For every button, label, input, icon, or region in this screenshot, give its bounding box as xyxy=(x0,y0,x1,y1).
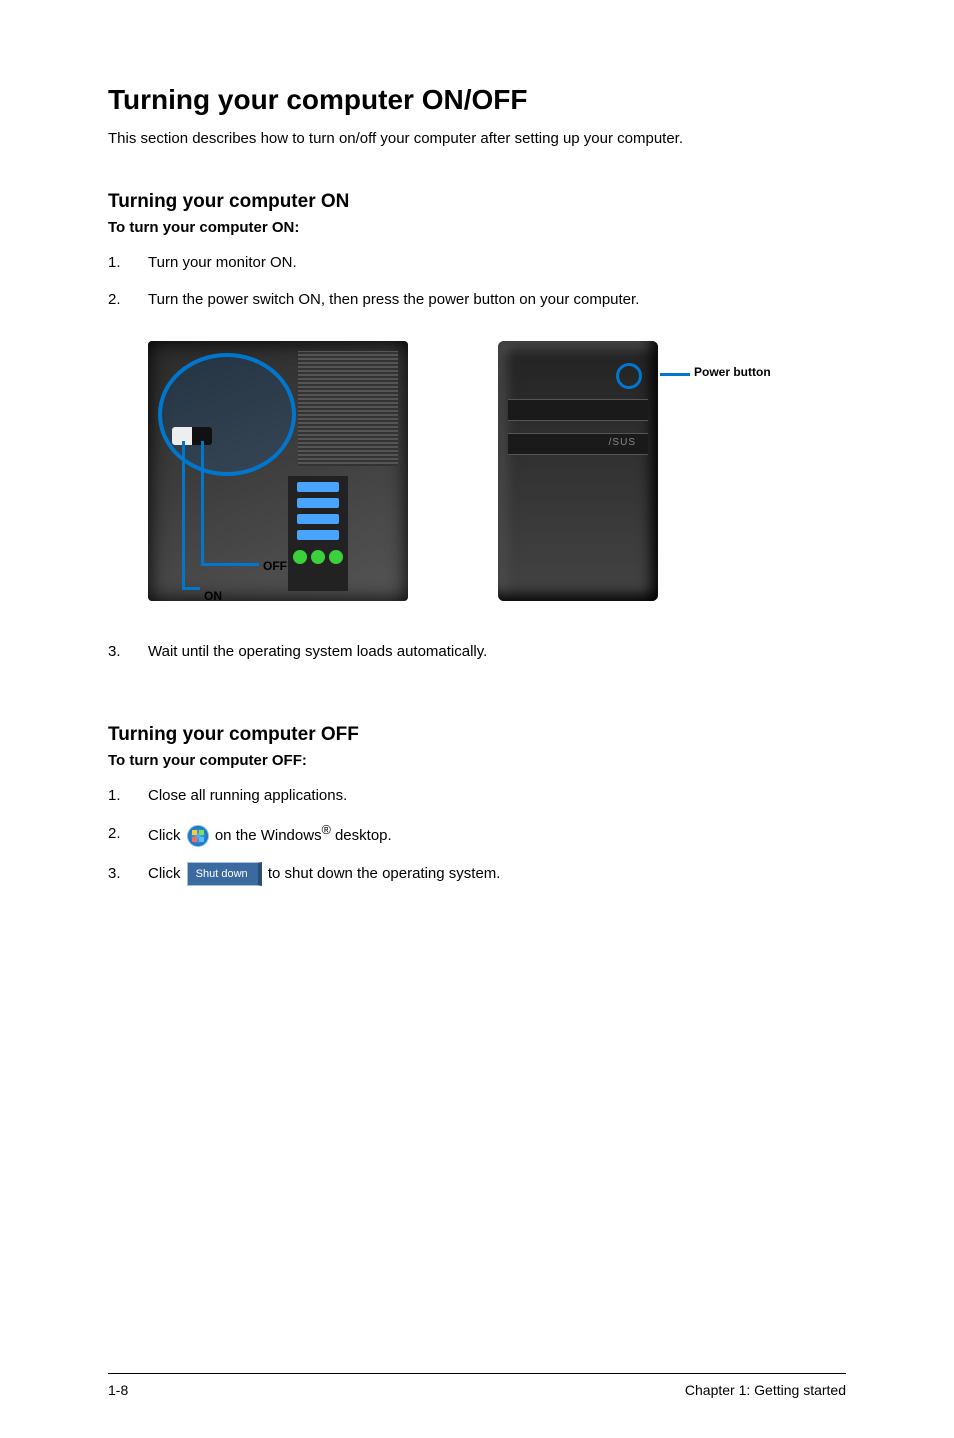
step-text: Close all running applications. xyxy=(148,785,347,808)
power-button-callout-circle xyxy=(616,363,642,389)
label-on: ON xyxy=(204,589,222,603)
off-step-3: 3. Click Shut down to shut down the oper… xyxy=(108,862,846,887)
step-text: Click on the Windows® desktop. xyxy=(148,821,392,848)
off-step-2: 2. Click on the Windows® desktop. xyxy=(108,821,846,848)
step-text: Click Shut down to shut down the operati… xyxy=(148,862,500,887)
tower-front-graphic: /SUS xyxy=(498,341,658,601)
step-number: 2. xyxy=(108,823,148,846)
page-title: Turning your computer ON/OFF xyxy=(108,84,846,116)
text-part: desktop. xyxy=(335,827,392,844)
callout-line xyxy=(201,441,204,566)
step-text: Turn the power switch ON, then press the… xyxy=(148,289,639,312)
section-heading-on: Turning your computer ON xyxy=(108,191,846,213)
label-power-button: Power button xyxy=(694,365,771,379)
on-step-3: 3. Wait until the operating system loads… xyxy=(108,641,846,664)
step-number: 1. xyxy=(108,785,148,808)
section-sub-off: To turn your computer OFF: xyxy=(108,752,846,769)
callout-line xyxy=(182,441,185,589)
text-part: on the Windows xyxy=(215,827,322,844)
text-part: Click xyxy=(148,865,181,882)
section-sub-on: To turn your computer ON: xyxy=(108,219,846,236)
drive-bay-graphic xyxy=(508,399,648,421)
step-text: Turn your monitor ON. xyxy=(148,252,297,275)
step-number: 2. xyxy=(108,289,148,312)
step-number: 1. xyxy=(108,252,148,275)
step-text: Wait until the operating system loads au… xyxy=(148,641,487,664)
off-step-1: 1. Close all running applications. xyxy=(108,785,846,808)
chapter-label: Chapter 1: Getting started xyxy=(685,1382,846,1398)
io-panel-graphic xyxy=(288,476,348,591)
on-step-1: 1. Turn your monitor ON. xyxy=(108,252,846,275)
section-heading-off: Turning your computer OFF xyxy=(108,724,846,746)
callout-line xyxy=(201,563,259,566)
page-footer: 1-8 Chapter 1: Getting started xyxy=(108,1373,846,1398)
label-off: OFF xyxy=(263,559,287,573)
step-number: 3. xyxy=(108,863,148,886)
callout-line xyxy=(182,587,200,590)
on-step-2: 2. Turn the power switch ON, then press … xyxy=(108,289,846,312)
shutdown-button-graphic: Shut down xyxy=(187,862,262,887)
shutdown-button-label: Shut down xyxy=(187,862,262,887)
text-part: Click xyxy=(148,827,181,844)
registered-mark: ® xyxy=(322,823,331,837)
psu-callout-circle xyxy=(158,353,296,476)
vent-graphic xyxy=(298,351,398,466)
page-number: 1-8 xyxy=(108,1382,128,1398)
callout-line xyxy=(660,373,690,376)
brand-logo: /SUS xyxy=(609,437,636,448)
power-switch-graphic xyxy=(172,427,212,445)
text-part: to shut down the operating system. xyxy=(268,865,501,882)
windows-start-icon xyxy=(187,825,209,847)
figure-rear-panel: OFF ON xyxy=(148,341,408,601)
intro-text: This section describes how to turn on/of… xyxy=(108,130,846,147)
step-number: 3. xyxy=(108,641,148,664)
figure-front-panel: /SUS Power button xyxy=(498,341,678,601)
